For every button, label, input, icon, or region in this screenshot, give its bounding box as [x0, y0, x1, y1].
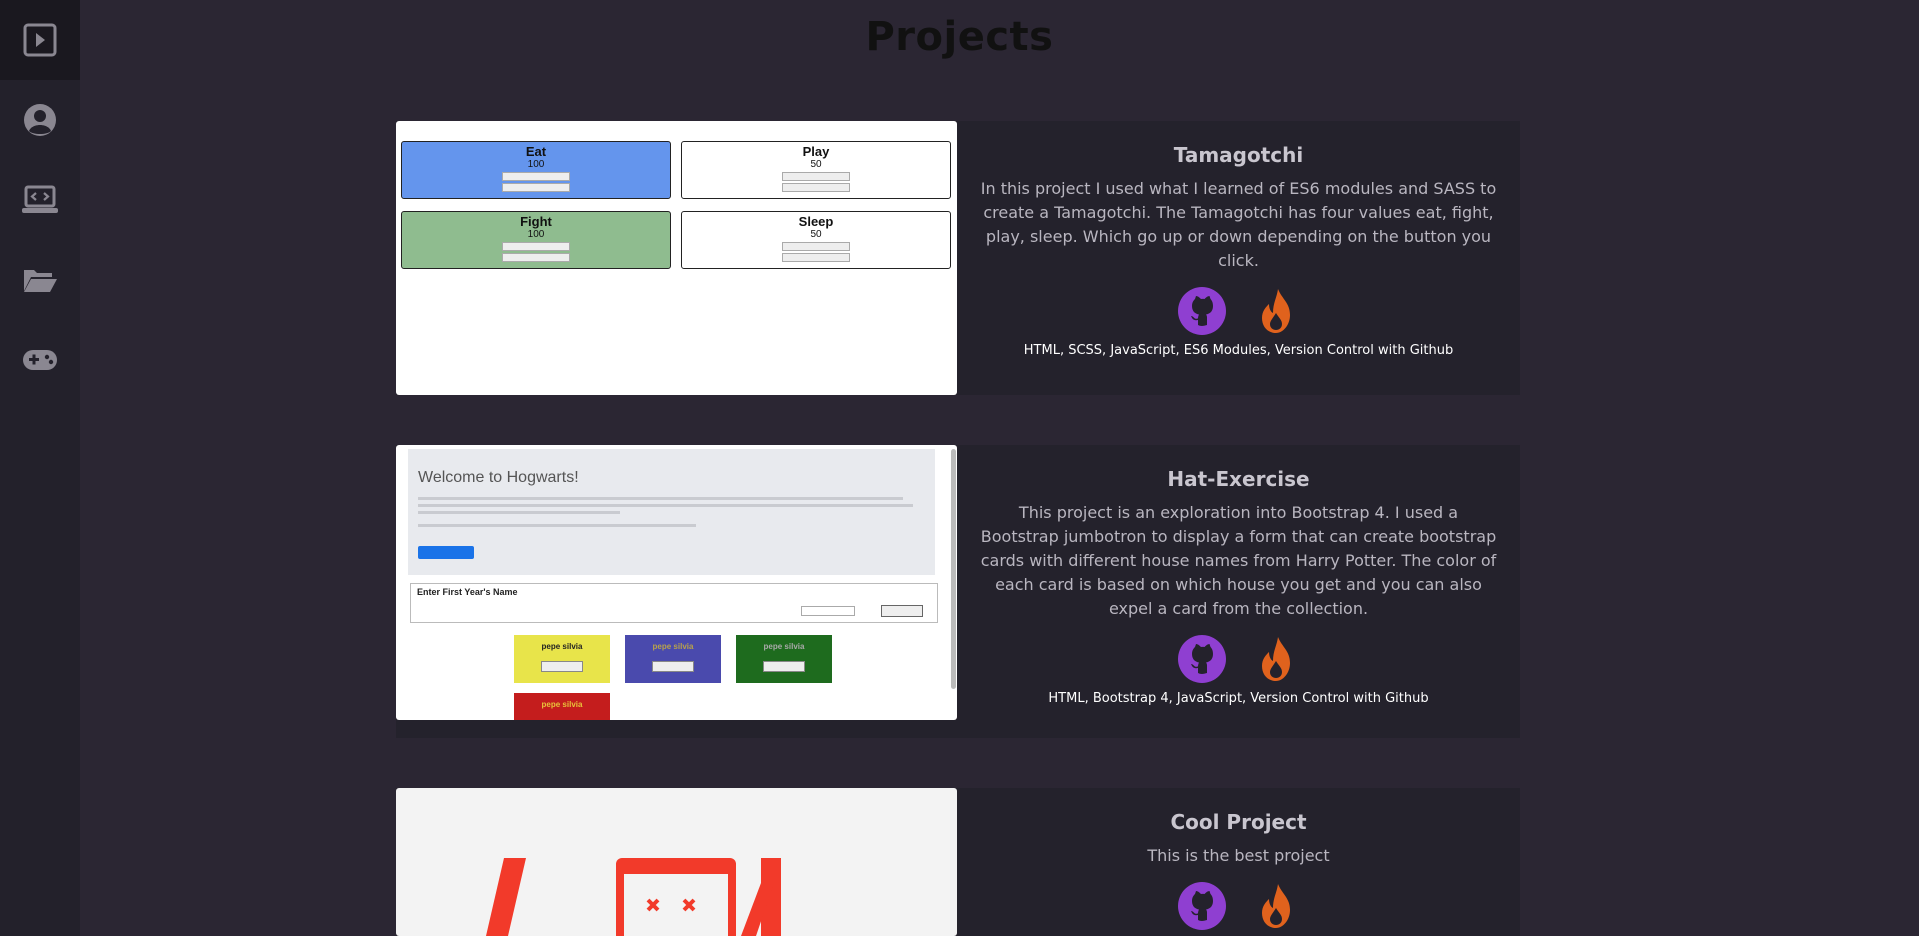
project-title: Cool Project — [1170, 810, 1307, 834]
project-screenshot[interactable]: Eat 100 Play 50 Fight 100 Sleep 50 — [396, 121, 957, 395]
gamepad-icon — [23, 350, 57, 370]
preview-submit — [881, 605, 923, 617]
preview-button — [782, 172, 850, 181]
github-icon — [1177, 287, 1226, 335]
project-screenshot[interactable]: Welcome to Hogwarts! Enter First Year's … — [396, 445, 957, 720]
preview-box: Eat 100 — [401, 141, 671, 199]
preview-jumbotron: Welcome to Hogwarts! — [408, 449, 935, 575]
preview-expel-button — [763, 661, 805, 672]
preview-input — [801, 606, 855, 616]
live-demo-link[interactable] — [1252, 635, 1300, 683]
preview-sort-button — [418, 546, 474, 559]
preview-box: Play 50 — [681, 141, 951, 199]
preview-card-name: pepe silvia — [541, 642, 583, 651]
preview-box-name: Play — [802, 144, 830, 159]
preview-box-name: Sleep — [798, 214, 834, 229]
preview-box-value: 100 — [527, 229, 545, 240]
user-circle-icon — [24, 104, 56, 136]
sidebar-item-skills[interactable] — [0, 160, 80, 240]
project-title: Hat-Exercise — [1167, 467, 1310, 491]
preview-form-label: Enter First Year's Name — [417, 587, 518, 597]
preview-button — [502, 172, 570, 181]
project-card: Cool Project This is the best project — [396, 788, 1520, 936]
project-info: Hat-Exercise This project is an explorat… — [957, 445, 1520, 738]
project-screenshot[interactable] — [396, 788, 957, 936]
preview-button — [502, 183, 570, 192]
github-link[interactable] — [1177, 635, 1226, 683]
sidebar — [0, 0, 80, 936]
preview-expel-button — [541, 661, 583, 672]
sidebar-toggle-icon — [23, 23, 57, 57]
fire-icon — [1261, 637, 1290, 681]
preview-box-value: 50 — [810, 229, 822, 240]
live-demo-link[interactable] — [1252, 287, 1300, 335]
github-icon — [1177, 635, 1226, 683]
project-description: This is the best project — [1147, 846, 1330, 865]
preview-box-name: Eat — [525, 144, 547, 159]
page-title: Projects — [865, 14, 1054, 60]
project-info: Tamagotchi In this project I used what I… — [957, 121, 1520, 395]
preview-text — [418, 497, 923, 531]
preview-house-card: pepe silvia — [514, 693, 610, 720]
project-card: Welcome to Hogwarts! Enter First Year's … — [396, 445, 1520, 738]
preview-house-card: pepe silvia — [514, 635, 610, 683]
project-links — [979, 287, 1498, 335]
preview-card-name: pepe silvia — [763, 642, 805, 651]
preview-box: Sleep 50 — [681, 211, 951, 269]
preview-expel-button — [652, 661, 694, 672]
preview-heading: Welcome to Hogwarts! — [418, 469, 579, 486]
sidebar-item-about[interactable] — [0, 80, 80, 160]
project-links — [979, 882, 1498, 930]
preview-button — [782, 183, 850, 192]
project-description: In this project I used what I learned of… — [980, 179, 1497, 270]
github-icon — [1177, 882, 1226, 930]
preview-button — [502, 253, 570, 262]
laptop-code-icon — [22, 185, 58, 213]
project-title: Tamagotchi — [1173, 143, 1304, 167]
preview-house-card: pepe silvia — [625, 635, 721, 683]
preview-box-name: Fight — [520, 214, 552, 229]
project-links — [979, 635, 1498, 683]
preview-form: Enter First Year's Name — [410, 583, 938, 623]
sidebar-item-games[interactable] — [0, 320, 80, 400]
project-info: Cool Project This is the best project — [957, 788, 1520, 936]
sidebar-toggle-button[interactable] — [0, 0, 80, 80]
preview-card-name: pepe silvia — [541, 700, 583, 709]
preview-box: Fight 100 — [401, 211, 671, 269]
preview-box-value: 100 — [527, 159, 545, 170]
preview-button — [502, 242, 570, 251]
sidebar-item-projects[interactable] — [0, 240, 80, 320]
fire-icon — [1261, 289, 1290, 333]
preview-button — [782, 242, 850, 251]
project-card: Eat 100 Play 50 Fight 100 Sleep 50 Tamag… — [396, 121, 1520, 395]
github-link[interactable] — [1177, 882, 1226, 930]
fire-icon — [1261, 884, 1290, 928]
project-tech: HTML, Bootstrap 4, JavaScript, Version C… — [1048, 691, 1429, 706]
github-link[interactable] — [1177, 287, 1226, 335]
live-demo-link[interactable] — [1252, 882, 1300, 930]
preview-box-value: 50 — [810, 159, 822, 170]
preview-button — [782, 253, 850, 262]
project-description: This project is an exploration into Boot… — [980, 503, 1497, 618]
folder-open-icon — [24, 270, 57, 292]
404-image — [486, 858, 781, 936]
project-tech: HTML, SCSS, JavaScript, ES6 Modules, Ver… — [1023, 343, 1454, 358]
preview-card-name: pepe silvia — [652, 642, 694, 651]
preview-scrollbar — [951, 449, 956, 689]
preview-house-card: pepe silvia — [736, 635, 832, 683]
